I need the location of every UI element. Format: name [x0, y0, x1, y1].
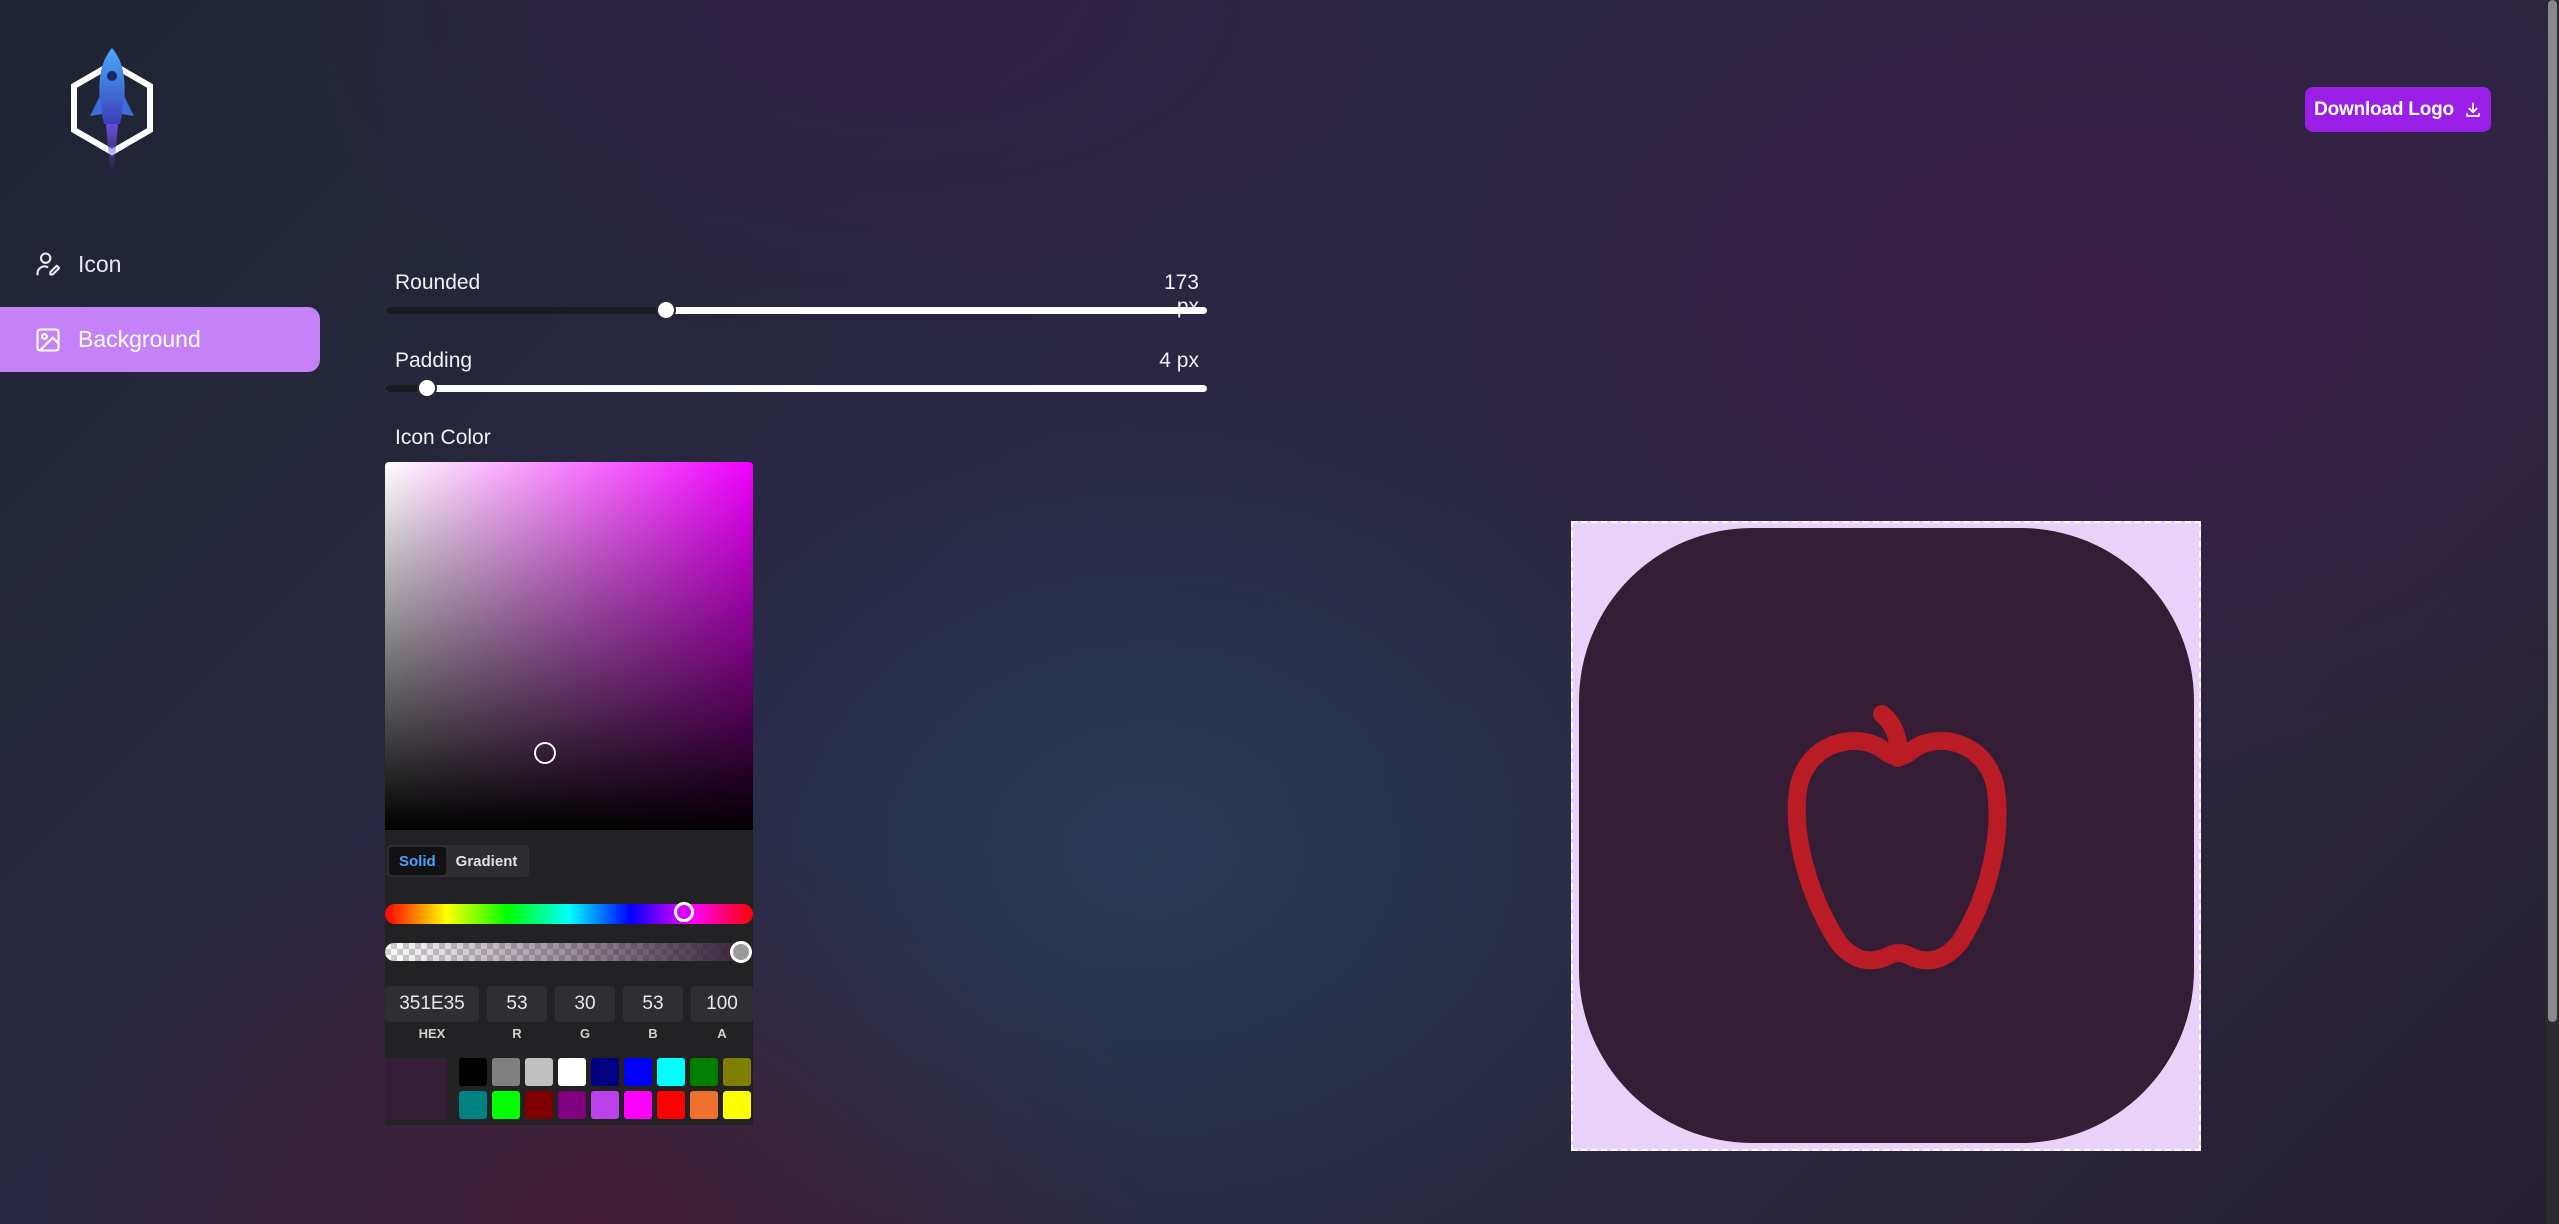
- solid-mode-button[interactable]: Solid: [389, 847, 446, 875]
- rounded-slider-thumb[interactable]: [656, 300, 676, 320]
- hue-slider-thumb[interactable]: [674, 902, 694, 922]
- preset-swatch[interactable]: [492, 1058, 520, 1086]
- padding-slider[interactable]: [385, 378, 1207, 398]
- icon-color-label: Icon Color: [395, 426, 491, 449]
- preset-swatch[interactable]: [591, 1058, 619, 1086]
- alpha-label: A: [717, 1026, 727, 1041]
- blue-input[interactable]: 53: [623, 986, 683, 1022]
- blue-label: B: [648, 1026, 658, 1041]
- alpha-slider[interactable]: [385, 943, 753, 961]
- sidebar-item-icon[interactable]: Icon: [34, 250, 121, 278]
- hex-label: HEX: [418, 1026, 446, 1041]
- rocket-hexagon-logo-icon: [71, 48, 153, 172]
- preset-swatch[interactable]: [723, 1058, 751, 1086]
- rounded-label: Rounded: [395, 271, 481, 294]
- hue-slider[interactable]: [385, 904, 753, 924]
- preset-swatch[interactable]: [690, 1058, 718, 1086]
- color-mode-toggle: Solid Gradient: [387, 845, 530, 877]
- preset-swatch[interactable]: [492, 1091, 520, 1119]
- green-label: G: [579, 1026, 591, 1041]
- alpha-input[interactable]: 100: [691, 986, 753, 1022]
- red-label: R: [512, 1026, 522, 1041]
- preset-swatch[interactable]: [624, 1091, 652, 1119]
- padding-slider-thumb[interactable]: [417, 378, 437, 398]
- download-icon: [2466, 101, 2480, 117]
- preset-swatch[interactable]: [624, 1058, 652, 1086]
- preset-swatch[interactable]: [525, 1091, 553, 1119]
- sidebar-item-background[interactable]: Background: [0, 307, 320, 372]
- alpha-slider-thumb[interactable]: [730, 941, 752, 963]
- user-pen-icon: [36, 252, 61, 276]
- preset-swatch[interactable]: [591, 1091, 619, 1119]
- preset-swatch[interactable]: [690, 1091, 718, 1119]
- sidebar-item-label: Background: [78, 326, 201, 352]
- current-color-preview: [385, 1058, 447, 1120]
- download-logo-label: Download Logo: [2314, 98, 2454, 120]
- preset-swatch[interactable]: [459, 1058, 487, 1086]
- apple-icon: [1746, 700, 2036, 985]
- preset-swatch[interactable]: [558, 1091, 586, 1119]
- sidebar-item-label: Icon: [78, 250, 122, 277]
- saturation-cursor[interactable]: [534, 742, 556, 764]
- padding-value: 4 px: [1159, 349, 1199, 372]
- image-icon: [36, 327, 60, 352]
- download-logo-button[interactable]: Download Logo: [2305, 87, 2491, 132]
- preset-swatch[interactable]: [723, 1091, 751, 1119]
- rounded-slider[interactable]: [385, 300, 1207, 320]
- preset-swatch[interactable]: [525, 1058, 553, 1086]
- preset-swatch[interactable]: [558, 1058, 586, 1086]
- padding-label: Padding: [395, 349, 473, 372]
- saturation-value-area[interactable]: [385, 462, 753, 830]
- app-logo[interactable]: [68, 44, 156, 174]
- red-input[interactable]: 53: [487, 986, 547, 1022]
- hex-input[interactable]: 351E35: [385, 986, 479, 1022]
- preset-swatch[interactable]: [657, 1058, 685, 1086]
- preset-swatch[interactable]: [657, 1091, 685, 1119]
- page-scrollbar-thumb[interactable]: [2548, 0, 2557, 1022]
- green-input[interactable]: 30: [555, 986, 615, 1022]
- preset-swatch[interactable]: [459, 1091, 487, 1119]
- rounded-slider-fill: [385, 307, 665, 314]
- gradient-mode-button[interactable]: Gradient: [446, 847, 528, 875]
